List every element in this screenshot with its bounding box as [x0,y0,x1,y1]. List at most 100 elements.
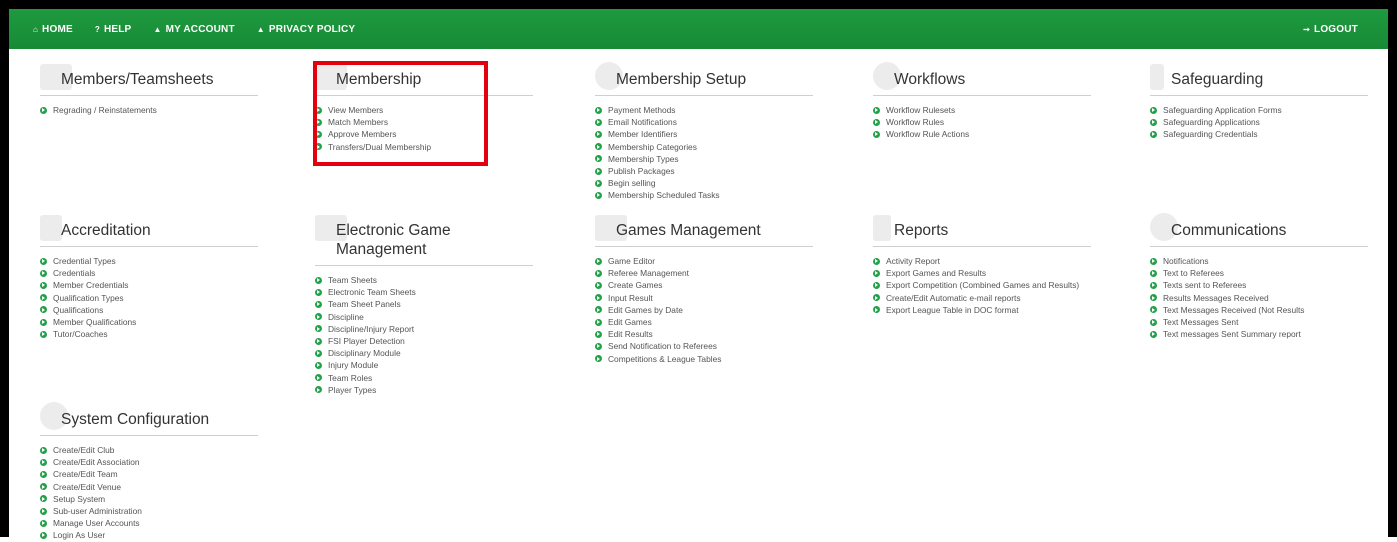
menu-item[interactable]: Export League Table in DOC format [873,304,1091,316]
menu-item[interactable]: Team Sheet Panels [315,298,533,310]
menu-item[interactable]: Membership Scheduled Tasks [595,189,813,201]
menu-item[interactable]: Create/Edit Venue [40,481,258,493]
menu-item[interactable]: Member Identifiers [595,128,813,140]
menu-item[interactable]: Player Types [315,384,533,396]
menu-item[interactable]: Email Notifications [595,116,813,128]
menu-item[interactable]: Create/Edit Team [40,468,258,480]
menu-item[interactable]: Competitions & League Tables [595,353,813,365]
menu-item[interactable]: Edit Results [595,328,813,340]
menu-item[interactable]: Safeguarding Credentials [1150,128,1368,140]
menu-item[interactable]: Team Sheets [315,274,533,286]
arrow-circle-icon [873,118,880,126]
menu-item[interactable]: Workflow Rule Actions [873,128,1091,140]
menu-item[interactable]: Create Games [595,279,813,291]
logout-button[interactable]: ➞ LOGOUT [1303,24,1358,35]
nav-my-account-label: MY ACCOUNT [165,24,235,35]
arrow-circle-icon [595,179,602,187]
menu-item[interactable]: Member Qualifications [40,316,258,328]
menu-item[interactable]: Workflow Rules [873,116,1091,128]
menu-item[interactable]: Text Messages Sent [1150,316,1368,328]
menu-item[interactable]: Payment Methods [595,104,813,116]
menu-item[interactable]: Login As User [40,529,258,541]
arrow-circle-icon [595,155,602,163]
menu-item[interactable]: Safeguarding Applications [1150,116,1368,128]
menu-item[interactable]: Credential Types [40,255,258,267]
arrow-circle-icon [40,294,47,302]
menu-item[interactable]: Text to Referees [1150,267,1368,279]
arrow-circle-icon [1150,106,1157,114]
question-icon: ? [94,25,100,34]
menu-item[interactable]: Texts sent to Referees [1150,279,1368,291]
menu-item[interactable]: Export Games and Results [873,267,1091,279]
arrow-circle-icon [595,118,602,126]
home-icon: ⌂ [33,25,39,34]
arrow-circle-icon [1150,306,1157,314]
menu-item[interactable]: Sub-user Administration [40,505,258,517]
section-reports: Reports Activity Report Export Games and… [873,215,1091,316]
menu-item[interactable]: Regrading / Reinstatements [40,104,258,116]
menu-item[interactable]: Edit Games [595,316,813,328]
section-accreditation: Accreditation Credential Types Credentia… [40,215,258,340]
menu-item[interactable]: Text Messages Received (Not Results [1150,304,1368,316]
menu-item[interactable]: Notifications [1150,255,1368,267]
nav-privacy-policy[interactable]: ▲ PRIVACY POLICY [257,24,355,35]
nav-my-account[interactable]: ▲ MY ACCOUNT [153,24,234,35]
menu-item[interactable]: Create/Edit Association [40,456,258,468]
menu-item[interactable]: Begin selling [595,177,813,189]
arrow-circle-icon [873,294,880,302]
menu-item[interactable]: Manage User Accounts [40,517,258,529]
menu-item[interactable]: Electronic Team Sheets [315,286,533,298]
menu-item[interactable]: FSI Player Detection [315,335,533,347]
menu-item[interactable]: Results Messages Received [1150,292,1368,304]
section-title: Workflows [894,71,966,88]
section-header: Reports [873,215,1091,247]
menu-list: Regrading / Reinstatements [40,104,258,116]
menu-item[interactable]: Membership Types [595,153,813,165]
menu-item[interactable]: Qualifications [40,304,258,316]
arrow-circle-icon [40,483,47,491]
section-games-management: Games Management Game Editor Referee Man… [595,215,813,365]
section-header: Membership Setup [595,62,813,96]
nav-help[interactable]: ? HELP [95,24,132,35]
arrow-circle-icon [595,143,602,151]
arrow-circle-icon [873,306,880,314]
arrow-circle-icon [1150,269,1157,277]
menu-item[interactable]: Activity Report [873,255,1091,267]
menu-item[interactable]: Qualification Types [40,292,258,304]
arrow-circle-icon [315,288,322,296]
menu-item[interactable]: Game Editor [595,255,813,267]
section-header: Members/Teamsheets [40,64,258,96]
menu-item[interactable]: Discipline [315,311,533,323]
menu-item[interactable]: Send Notification to Referees [595,340,813,352]
nav-home[interactable]: ⌂ HOME [33,24,73,35]
menu-item[interactable]: Discipline/Injury Report [315,323,533,335]
arrow-circle-icon [595,257,602,265]
menu-item[interactable]: Create/Edit Automatic e-mail reports [873,292,1091,304]
menu-item[interactable]: Tutor/Coaches [40,328,258,340]
menu-item[interactable]: Membership Categories [595,141,813,153]
menu-item[interactable]: Create/Edit Club [40,444,258,456]
menu-item[interactable]: Referee Management [595,267,813,279]
menu-list: Workflow Rulesets Workflow Rules Workflo… [873,104,1091,141]
menu-item[interactable]: Export Competition (Combined Games and R… [873,279,1091,291]
menu-item[interactable]: Edit Games by Date [595,304,813,316]
section-safeguarding: Safeguarding Safeguarding Application Fo… [1150,64,1368,141]
arrow-circle-icon [315,325,322,333]
section-header: Safeguarding [1150,64,1368,96]
menu-item[interactable]: Publish Packages [595,165,813,177]
menu-item[interactable]: Member Credentials [40,279,258,291]
menu-item[interactable]: Input Result [595,292,813,304]
menu-item[interactable]: Workflow Rulesets [873,104,1091,116]
menu-item[interactable]: Text messages Sent Summary report [1150,328,1368,340]
menu-item[interactable]: Setup System [40,493,258,505]
menu-item[interactable]: Team Roles [315,372,533,384]
arrow-circle-icon [1150,318,1157,326]
menu-item[interactable]: Credentials [40,267,258,279]
arrow-circle-icon [315,349,322,357]
user-icon: ▲ [256,25,265,34]
menu-item[interactable]: Safeguarding Application Forms [1150,104,1368,116]
arrow-circle-icon [873,106,880,114]
menu-item[interactable]: Injury Module [315,359,533,371]
menu-list: Create/Edit Club Create/Edit Association… [40,444,258,542]
menu-item[interactable]: Disciplinary Module [315,347,533,359]
